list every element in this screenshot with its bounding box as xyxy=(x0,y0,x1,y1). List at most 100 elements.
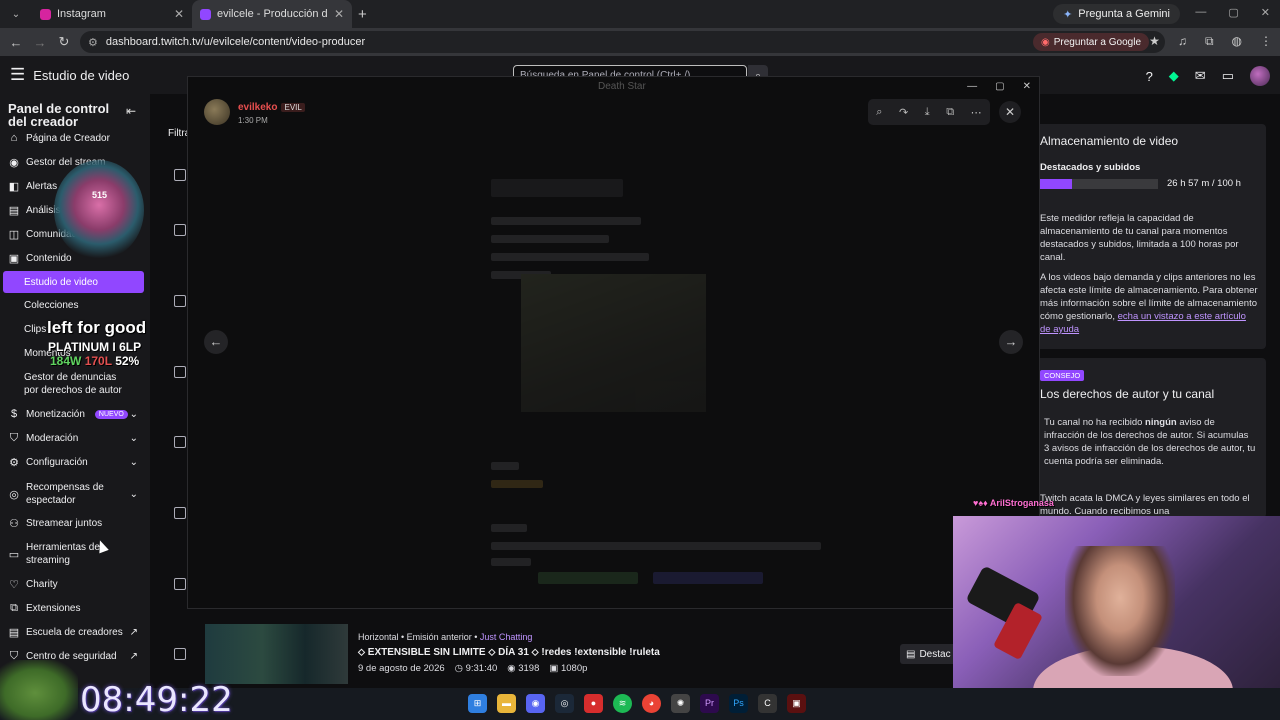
forward-share-icon[interactable]: ↷ xyxy=(899,106,908,119)
zoom-icon[interactable]: ⌕ xyxy=(876,106,882,119)
windows-start-icon[interactable]: ⊞ xyxy=(468,694,487,713)
url-field[interactable]: ⚙ dashboard.twitch.tv/u/evilcele/content… xyxy=(80,31,1165,53)
sidebar-item-collections[interactable]: Colecciones xyxy=(24,300,78,311)
avatar xyxy=(204,99,230,125)
gemini-icon: ✦ xyxy=(1063,8,1073,21)
sidebar-item-settings[interactable]: ⚙ Configuración ⌄ xyxy=(0,450,150,474)
open-external-icon[interactable]: ⧉ xyxy=(946,106,954,119)
storage-meter xyxy=(1040,179,1158,189)
message-username[interactable]: evilkeko xyxy=(238,102,277,113)
file-explorer-icon[interactable]: ▬ xyxy=(497,694,516,713)
video-meta: Horizontal • Emisión anterior • Just Cha… xyxy=(358,632,532,642)
site-info-icon[interactable]: ⚙ xyxy=(88,36,98,49)
row-checkbox[interactable] xyxy=(174,295,186,307)
video-category[interactable]: Just Chatting xyxy=(480,632,533,642)
sidebar-item-creator-page[interactable]: ⌂ Página de Creador xyxy=(0,126,150,150)
app-icon-2[interactable]: ✺ xyxy=(671,694,690,713)
forward-icon[interactable]: → xyxy=(28,35,52,50)
copyright-description-2: Twitch acata la DMCA y leyes similares e… xyxy=(1040,493,1250,517)
crown-icon[interactable]: ◆ xyxy=(1169,68,1179,84)
tab-title: Instagram xyxy=(57,8,106,20)
row-checkbox[interactable] xyxy=(174,578,186,590)
reload-icon[interactable]: ↻ xyxy=(52,34,76,50)
new-tab-button[interactable]: + xyxy=(358,6,367,23)
app-icon[interactable]: ● xyxy=(584,694,603,713)
row-checkbox[interactable] xyxy=(174,169,186,181)
sidebar-item-label: Escuela de creadores xyxy=(26,626,123,638)
sidebar-item-stream-together[interactable]: ⚇ Streamear juntos xyxy=(0,511,150,535)
inbox-icon[interactable]: ✉ xyxy=(1195,68,1206,84)
close-tab-icon[interactable]: ✕ xyxy=(334,7,344,21)
sidebar-item-moderation[interactable]: ⛉ Moderación ⌄ xyxy=(0,426,150,450)
row-checkbox[interactable] xyxy=(174,366,186,378)
next-image-button[interactable]: → xyxy=(999,330,1023,354)
app-icon-3[interactable]: C xyxy=(758,694,777,713)
google-lens-icon: ◉ xyxy=(1041,36,1050,48)
whispers-icon[interactable]: ▭ xyxy=(1222,68,1234,84)
close-window-icon[interactable]: ✕ xyxy=(1023,81,1031,92)
window-controls: — ▢ ✕ xyxy=(1195,6,1270,19)
highlight-icon: ▤ xyxy=(906,648,916,660)
row-checkbox[interactable] xyxy=(174,507,186,519)
charity-icon: ♡ xyxy=(9,578,19,591)
minimize-icon[interactable]: — xyxy=(967,81,977,92)
gemini-button[interactable]: ✦ Pregunta a Gemini xyxy=(1053,4,1180,24)
premiere-icon[interactable]: Pr xyxy=(700,694,719,713)
video-duration: ◷ 9:31:40 xyxy=(455,663,498,674)
video-title[interactable]: ⬦ EXTENSIBLE SIN LIMITE ⬦ DÍA 31 ⬦ !rede… xyxy=(358,647,660,658)
media-icon[interactable]: ♫ xyxy=(1178,34,1187,49)
sidebar-item-label: Configuración xyxy=(26,456,88,468)
app-icon-4[interactable]: ▣ xyxy=(787,694,806,713)
previous-image-button[interactable]: ← xyxy=(204,330,228,354)
browser-toolbar: ★ ♫ ⧉ ◍ ⋮ xyxy=(1149,34,1272,49)
discord-icon[interactable]: ◉ xyxy=(526,694,545,713)
sidebar-item-copyright-claims[interactable]: Gestor de denuncias xyxy=(24,372,116,383)
row-checkbox[interactable] xyxy=(174,648,186,660)
spotify-icon[interactable]: ≋ xyxy=(613,694,632,713)
maximize-icon[interactable]: ▢ xyxy=(995,81,1004,92)
hamburger-menu-icon[interactable]: ☰ xyxy=(10,65,25,85)
chrome-icon[interactable]: ◕ xyxy=(642,694,661,713)
sidebar-item-clips[interactable]: Clips xyxy=(24,324,46,335)
back-icon[interactable]: ← xyxy=(4,35,28,50)
gear-icon: ⚙ xyxy=(9,456,19,469)
rank-emblem-overlay: 515 xyxy=(34,150,164,270)
bookmark-star-icon[interactable]: ★ xyxy=(1149,34,1160,49)
steam-icon[interactable]: ◎ xyxy=(555,694,574,713)
collapse-sidebar-icon[interactable]: ⇤ xyxy=(126,104,136,118)
profile-icon[interactable]: ◍ xyxy=(1232,34,1242,49)
download-icon[interactable]: ⤓ xyxy=(925,106,930,119)
close-viewer-button[interactable]: ✕ xyxy=(999,101,1021,123)
help-icon[interactable]: ? xyxy=(1146,69,1153,84)
tab-search-icon[interactable]: ⌄ xyxy=(4,4,28,24)
row-checkbox[interactable] xyxy=(174,224,186,236)
highlight-button[interactable]: ▤ Destac xyxy=(900,644,957,664)
more-options-icon[interactable]: ⋯ xyxy=(971,106,982,119)
tab-instagram[interactable]: Instagram ✕ xyxy=(32,0,192,28)
overlay-losses: 170L xyxy=(84,354,112,368)
sidebar-item-extensions[interactable]: ⧉ Extensiones xyxy=(0,596,150,620)
photoshop-icon[interactable]: Ps xyxy=(729,694,748,713)
sidebar-item-charity[interactable]: ♡ Charity xyxy=(0,572,150,596)
maximize-icon[interactable]: ▢ xyxy=(1228,6,1238,19)
close-window-icon[interactable]: ✕ xyxy=(1261,6,1270,19)
extensions-icon[interactable]: ⧉ xyxy=(1205,34,1214,49)
sidebar-item-monetization[interactable]: $ Monetización NUEVO ⌄ xyxy=(0,402,150,426)
sidebar-item-video-producer[interactable]: Estudio de video xyxy=(3,271,144,293)
sidebar-item-creator-school[interactable]: ▤ Escuela de creadores ↗ xyxy=(0,620,150,644)
sidebar-item-viewer-rewards[interactable]: ◎ Recompensas de espectador ⌄ xyxy=(0,480,150,508)
sidebar-item-streaming-tools[interactable]: ▭ Herramientas de streaming xyxy=(0,540,150,568)
minimize-icon[interactable]: — xyxy=(1195,6,1206,19)
video-thumbnail[interactable] xyxy=(205,624,348,684)
storage-usage: 26 h 57 m / 100 h xyxy=(1167,178,1241,189)
close-tab-icon[interactable]: ✕ xyxy=(174,7,184,21)
sidebar-item-label: Extensiones xyxy=(26,602,81,614)
chevron-down-icon: ⌄ xyxy=(129,432,138,444)
image-viewer-modal: Death Star — ▢ ✕ evilkeko EVIL 1:30 PM ⌕ … xyxy=(187,76,1040,609)
ask-google-button[interactable]: ◉ Preguntar a Google xyxy=(1033,33,1150,51)
streamer-face xyxy=(1065,546,1175,676)
row-checkbox[interactable] xyxy=(174,436,186,448)
tab-twitch[interactable]: evilcele - Producción de video ✕ xyxy=(192,0,352,28)
avatar[interactable] xyxy=(1250,66,1270,86)
menu-dots-icon[interactable]: ⋮ xyxy=(1260,34,1272,49)
